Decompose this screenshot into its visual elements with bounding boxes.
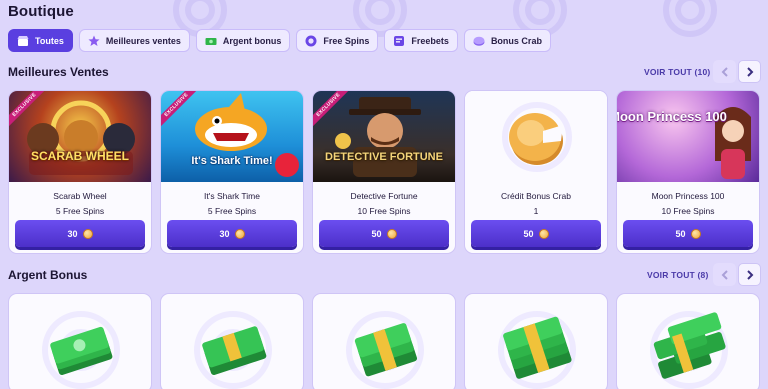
game-thumbnail: Moon Princess 100 — [617, 91, 759, 182]
buy-button[interactable]: 30 — [15, 220, 145, 247]
crab-coin-thumbnail — [465, 91, 607, 182]
crab-coin-icon — [473, 35, 485, 47]
tab-label: Freebets — [411, 35, 449, 46]
cash-stack-icon — [498, 311, 576, 389]
product-quantity: 1 — [533, 206, 539, 216]
bonus-money-card[interactable] — [312, 293, 456, 389]
tab-free-spins[interactable]: Free Spins — [296, 29, 379, 52]
section-title-best-sellers: Meilleures Ventes — [8, 65, 109, 79]
buy-button[interactable]: 50 — [623, 220, 753, 247]
bonus-money-card[interactable] — [8, 293, 152, 389]
crab-coin-icon — [82, 228, 93, 239]
product-card[interactable]: SCARAB WHEEL EXCLUSIVE Scarab Wheel 5 Fr… — [8, 90, 152, 254]
tab-label: Bonus Crab — [490, 35, 542, 46]
cash-stack-icon — [194, 311, 272, 389]
page-title: Boutique — [8, 3, 74, 20]
carousel-next-button[interactable] — [738, 60, 761, 83]
product-name: Scarab Wheel — [53, 191, 107, 201]
tab-freebets[interactable]: Freebets — [384, 29, 458, 52]
tab-bonus-crab[interactable]: Bonus Crab — [463, 29, 551, 52]
ticket-icon — [393, 35, 405, 47]
tab-argent-bonus[interactable]: Argent bonus — [195, 29, 291, 52]
tab-meilleures-ventes[interactable]: Meilleures ventes — [78, 29, 190, 52]
bonus-money-card[interactable] — [616, 293, 760, 389]
product-card[interactable]: Crédit Bonus Crab 1 50 — [464, 90, 608, 254]
shop-icon — [17, 35, 29, 47]
product-quantity: 10 Free Spins — [357, 206, 411, 216]
tab-toutes[interactable]: Toutes — [8, 29, 73, 52]
chevron-right-icon — [746, 66, 753, 77]
money-icon — [205, 35, 217, 47]
category-tabs: Toutes Meilleures ventes Argent bonus Fr… — [8, 29, 551, 52]
game-logo-text: Moon Princess 100 — [617, 109, 727, 124]
cash-stack-icon — [650, 311, 728, 389]
chevron-right-icon — [746, 269, 753, 280]
product-card[interactable]: DETECTIVE FORTUNE EXCLUSIVE Detective Fo… — [312, 90, 456, 254]
product-quantity: 5 Free Spins — [55, 206, 105, 216]
carousel-prev-button[interactable] — [713, 263, 736, 286]
price-value: 50 — [675, 228, 686, 239]
game-thumbnail: It's Shark Time! EXCLUSIVE — [161, 91, 303, 182]
bonus-money-card[interactable] — [160, 293, 304, 389]
crab-coin-icon — [234, 228, 245, 239]
see-all-best-sellers-link[interactable]: VOIR TOUT (10) — [644, 67, 710, 77]
cash-stack-icon — [42, 311, 120, 389]
game-logo-text: It's Shark Time! — [191, 155, 273, 167]
product-quantity: 5 Free Spins — [207, 206, 257, 216]
buy-button[interactable]: 30 — [167, 220, 297, 247]
product-card[interactable]: It's Shark Time! EXCLUSIVE It's Shark Ti… — [160, 90, 304, 254]
product-name: Moon Princess 100 — [651, 191, 725, 201]
product-card[interactable]: Moon Princess 100 Moon Princess 100 10 F… — [616, 90, 760, 254]
tab-label: Free Spins — [323, 35, 370, 46]
spin-icon — [305, 35, 317, 47]
chevron-left-icon — [721, 269, 728, 280]
star-icon — [88, 35, 100, 47]
buy-button[interactable]: 50 — [471, 220, 601, 247]
product-name: Detective Fortune — [350, 191, 418, 201]
cash-stack-icon — [346, 311, 424, 389]
carousel-next-button[interactable] — [738, 263, 761, 286]
tab-label: Meilleures ventes — [105, 35, 181, 46]
product-quantity: 10 Free Spins — [661, 206, 715, 216]
price-value: 50 — [523, 228, 534, 239]
chevron-left-icon — [721, 66, 728, 77]
game-logo-text: DETECTIVE FORTUNE — [325, 151, 443, 163]
bonus-money-card[interactable] — [464, 293, 608, 389]
game-thumbnail: SCARAB WHEEL EXCLUSIVE — [9, 91, 151, 182]
price-value: 50 — [371, 228, 382, 239]
game-thumbnail: DETECTIVE FORTUNE EXCLUSIVE — [313, 91, 455, 182]
tab-label: Toutes — [35, 35, 64, 46]
price-value: 30 — [219, 228, 230, 239]
product-name: It's Shark Time — [204, 191, 260, 201]
crab-coin-icon — [538, 228, 549, 239]
see-all-bonus-money-link[interactable]: VOIR TOUT (8) — [647, 270, 708, 280]
buy-button[interactable]: 50 — [319, 220, 449, 247]
tab-label: Argent bonus — [222, 35, 282, 46]
game-logo-text: SCARAB WHEEL — [31, 149, 129, 163]
crab-coin-icon — [690, 228, 701, 239]
section-title-bonus-money: Argent Bonus — [8, 268, 88, 282]
carousel-prev-button[interactable] — [713, 60, 736, 83]
crab-coin-icon — [386, 228, 397, 239]
product-name: Crédit Bonus Crab — [501, 191, 571, 201]
price-value: 30 — [67, 228, 78, 239]
